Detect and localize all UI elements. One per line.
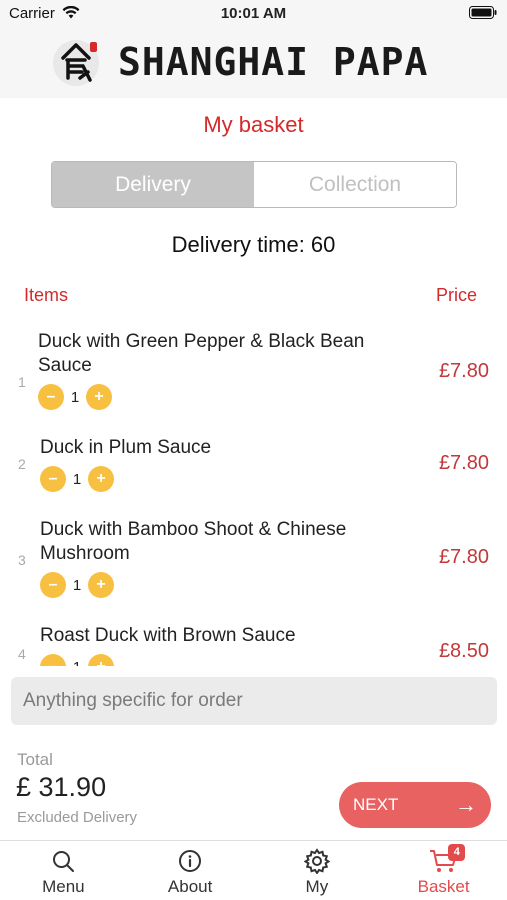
quantity-value: 1 — [70, 388, 80, 406]
item-price: £7.80 — [438, 452, 489, 474]
tab-label: Basket — [417, 877, 470, 896]
restaurant-logo-icon — [50, 36, 102, 88]
item-index: 1 — [18, 374, 26, 390]
brand-name: SHANGHAI PAPA — [118, 40, 429, 84]
increase-quantity-button[interactable]: + — [88, 654, 114, 666]
next-button-label: NEXT — [353, 795, 399, 814]
quantity-value: 1 — [72, 576, 82, 594]
total-label: Total — [17, 750, 53, 769]
quantity-value: 1 — [72, 470, 82, 488]
page-title: My basket — [203, 112, 304, 137]
quantity-stepper: – 1 + — [38, 384, 112, 410]
item-name: Duck with Bamboo Shoot & Chinese Mushroo… — [40, 519, 347, 564]
total-value: £ 31.90 — [16, 772, 107, 802]
item-index: 3 — [18, 552, 26, 568]
tab-label: Menu — [42, 877, 85, 896]
basket-count-badge: 4 — [448, 844, 466, 861]
delivery-time: Delivery time: 60 — [171, 232, 336, 257]
item-index: 4 — [18, 646, 26, 662]
basket-item-list[interactable]: 1 Duck with Green Pepper & Black Bean Sa… — [0, 318, 507, 666]
decrease-quantity-button[interactable]: – — [38, 384, 64, 410]
delivery-excluded-note: Excluded Delivery — [17, 809, 138, 826]
tab-my[interactable]: My — [254, 841, 381, 900]
order-note-input[interactable] — [11, 677, 497, 725]
item-price: £7.80 — [438, 360, 489, 382]
next-button[interactable]: NEXT → — [339, 782, 491, 828]
tab-label: About — [167, 877, 213, 896]
item-price: £7.80 — [438, 546, 489, 568]
decrease-quantity-button[interactable]: – — [40, 654, 66, 666]
quantity-stepper: – 1 + — [40, 654, 114, 666]
quantity-stepper: – 1 + — [40, 466, 114, 492]
tab-bar: Menu About My 4 Basket — [0, 840, 507, 900]
increase-quantity-button[interactable]: + — [86, 384, 112, 410]
items-column-header: Items — [24, 285, 69, 305]
tab-basket[interactable]: 4 Basket — [380, 841, 507, 900]
quantity-stepper: – 1 + — [40, 572, 114, 598]
battery-icon — [469, 6, 497, 23]
increase-quantity-button[interactable]: + — [88, 572, 114, 598]
tab-about[interactable]: About — [127, 841, 254, 900]
decrease-quantity-button[interactable]: – — [40, 466, 66, 492]
item-name: Roast Duck with Brown Sauce — [40, 625, 296, 646]
search-icon — [51, 847, 75, 875]
quantity-value: 1 — [66, 659, 88, 667]
delivery-tab[interactable]: Delivery — [52, 162, 254, 207]
tab-menu[interactable]: Menu — [0, 841, 127, 900]
status-bar: Carrier 10:01 AM — [0, 0, 507, 26]
gear-icon — [303, 847, 330, 875]
item-index: 2 — [18, 456, 26, 472]
tab-label: My — [305, 877, 329, 896]
item-name: Duck with Green Pepper & Black Bean Sauc… — [38, 331, 365, 376]
price-column-header: Price — [435, 285, 477, 305]
increase-quantity-button[interactable]: + — [88, 466, 114, 492]
item-name: Duck in Plum Sauce — [40, 437, 212, 458]
order-mode-toggle: Delivery Collection — [51, 161, 457, 208]
info-icon — [178, 847, 202, 875]
item-price: £8.50 — [438, 640, 489, 662]
status-time: 10:01 AM — [220, 5, 287, 22]
collection-tab[interactable]: Collection — [254, 162, 456, 207]
decrease-quantity-button[interactable]: – — [40, 572, 66, 598]
brand-header: SHANGHAI PAPA — [0, 26, 507, 98]
arrow-right-icon: → — [455, 792, 477, 817]
